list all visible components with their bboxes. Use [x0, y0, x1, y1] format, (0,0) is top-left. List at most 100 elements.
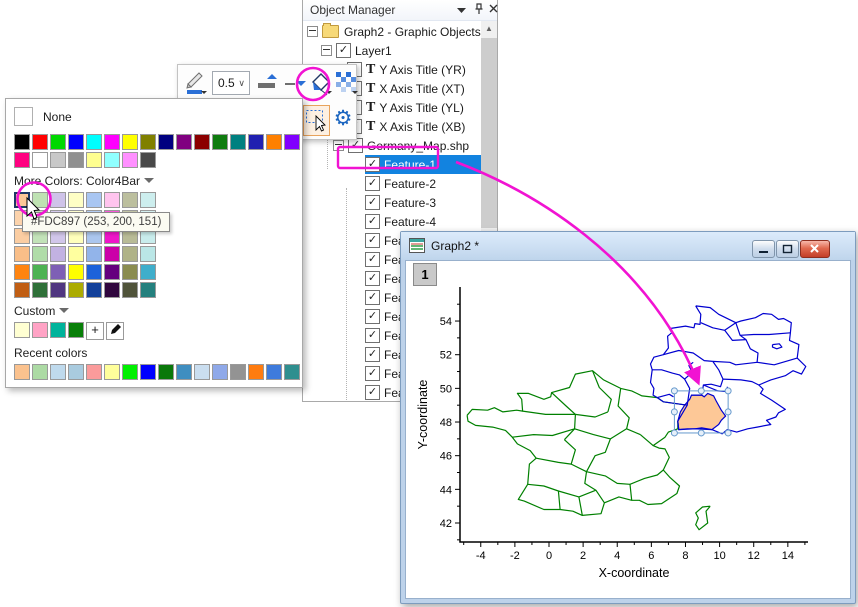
color-swatch[interactable] [104, 264, 120, 280]
scroll-up-icon[interactable]: ▲ [481, 21, 497, 37]
visibility-checkbox[interactable]: ✓ [365, 252, 380, 267]
visibility-checkbox[interactable]: ✓ [365, 309, 380, 324]
color-swatch[interactable] [176, 134, 192, 150]
color-swatch[interactable] [50, 282, 66, 298]
color-swatch[interactable] [32, 134, 48, 150]
color-swatch[interactable] [14, 134, 30, 150]
selection-handle[interactable] [671, 430, 677, 436]
color-swatch[interactable] [140, 152, 156, 168]
add-custom-color-button[interactable]: + [86, 322, 104, 340]
color-swatch[interactable] [122, 246, 138, 262]
visibility-checkbox[interactable]: ✓ [365, 157, 380, 172]
color-swatch[interactable] [86, 364, 102, 380]
color-swatch[interactable] [32, 264, 48, 280]
line-color-button[interactable] [182, 68, 208, 98]
color-swatch[interactable] [140, 282, 156, 298]
menu-down-icon[interactable] [455, 3, 469, 17]
color-swatch[interactable] [212, 364, 228, 380]
color-swatch[interactable] [32, 364, 48, 380]
color-swatch[interactable] [212, 134, 228, 150]
color-swatch[interactable] [122, 192, 138, 208]
tree-row-feature-3[interactable]: ✓Feature-3 [303, 193, 481, 212]
restore-button[interactable] [776, 240, 799, 258]
selection-handle[interactable] [698, 430, 704, 436]
color-swatch[interactable] [248, 364, 264, 380]
selection-handle[interactable] [671, 388, 677, 394]
color-swatch[interactable] [50, 192, 66, 208]
visibility-checkbox[interactable]: ✓ [365, 214, 380, 229]
color-swatch[interactable] [32, 246, 48, 262]
visibility-checkbox[interactable]: ✓ [365, 385, 380, 400]
color-swatch[interactable] [14, 282, 30, 298]
color-swatch[interactable] [140, 364, 156, 380]
selected-feature-shape[interactable] [678, 393, 726, 429]
color-swatch[interactable] [284, 364, 300, 380]
color-swatch[interactable] [68, 364, 84, 380]
map-plot[interactable]: -4-20246810121442444648505254X-coordinat… [406, 261, 851, 599]
color-swatch[interactable] [230, 364, 246, 380]
color-none-option[interactable]: None [14, 107, 302, 126]
color-swatch[interactable] [86, 264, 102, 280]
color-swatch[interactable] [248, 134, 264, 150]
color-swatch[interactable] [50, 152, 66, 168]
color-swatch[interactable] [140, 264, 156, 280]
visibility-checkbox[interactable]: ✓ [365, 233, 380, 248]
color-swatch[interactable] [50, 364, 66, 380]
decrease-width-button[interactable] [282, 68, 308, 98]
color-swatch[interactable] [14, 246, 30, 262]
color-swatch[interactable] [14, 322, 30, 338]
color-swatch[interactable] [194, 134, 210, 150]
color-swatch[interactable] [122, 364, 138, 380]
color-swatch[interactable] [104, 282, 120, 298]
color-swatch[interactable] [68, 134, 84, 150]
color-swatch[interactable] [158, 364, 174, 380]
color-swatch[interactable] [284, 134, 300, 150]
selection-handle[interactable] [725, 409, 731, 415]
color-swatch[interactable] [32, 282, 48, 298]
color-swatch[interactable] [104, 246, 120, 262]
close-button[interactable] [800, 240, 830, 258]
color-swatch[interactable] [86, 246, 102, 262]
visibility-checkbox[interactable]: ✓ [336, 43, 351, 58]
settings-gear-icon[interactable]: ⚙ [331, 105, 355, 134]
visibility-checkbox[interactable]: ✓ [365, 195, 380, 210]
color-swatch[interactable] [50, 322, 66, 338]
color-swatch[interactable] [266, 364, 282, 380]
minimize-button[interactable] [752, 240, 775, 258]
color-swatch[interactable] [104, 364, 120, 380]
visibility-checkbox[interactable]: ✓ [365, 366, 380, 381]
visibility-checkbox[interactable]: ✓ [348, 138, 363, 153]
visibility-checkbox[interactable]: ✓ [365, 271, 380, 286]
color-swatch[interactable] [230, 134, 246, 150]
visibility-checkbox[interactable]: ✓ [365, 290, 380, 305]
color-swatch[interactable] [86, 134, 102, 150]
scrollbar-thumb[interactable] [481, 38, 497, 228]
color-swatch[interactable] [68, 246, 84, 262]
visibility-checkbox[interactable]: ✓ [365, 328, 380, 343]
collapse-icon[interactable] [321, 45, 332, 56]
none-swatch[interactable] [14, 107, 33, 126]
graph-window-titlebar[interactable]: Graph2 * [401, 232, 855, 260]
color-swatch[interactable] [32, 322, 48, 338]
visibility-checkbox[interactable]: ✓ [365, 347, 380, 362]
color-swatch[interactable] [32, 192, 48, 208]
color-swatch[interactable] [104, 134, 120, 150]
custom-label[interactable]: Custom [14, 304, 302, 318]
color-swatch[interactable] [104, 152, 120, 168]
color-swatch[interactable] [266, 134, 282, 150]
more-colors-label[interactable]: More Colors: Color4Bar [14, 174, 302, 188]
color-swatch[interactable] [68, 152, 84, 168]
color-swatch[interactable] [86, 192, 102, 208]
color-swatch[interactable] [86, 152, 102, 168]
region-select-tool[interactable] [303, 105, 330, 136]
color-swatch[interactable] [32, 152, 48, 168]
color-swatch[interactable] [122, 134, 138, 150]
tree-row-layer1[interactable]: ✓Layer1 [303, 41, 481, 60]
selection-handle[interactable] [725, 388, 731, 394]
tree-row-graph2-graphic-objects[interactable]: Graph2 - Graphic Objects [303, 22, 481, 41]
color-swatch[interactable] [122, 282, 138, 298]
color-swatch[interactable] [14, 192, 30, 208]
color-swatch[interactable] [50, 264, 66, 280]
color-swatch[interactable] [68, 322, 84, 338]
color-swatch[interactable] [68, 282, 84, 298]
